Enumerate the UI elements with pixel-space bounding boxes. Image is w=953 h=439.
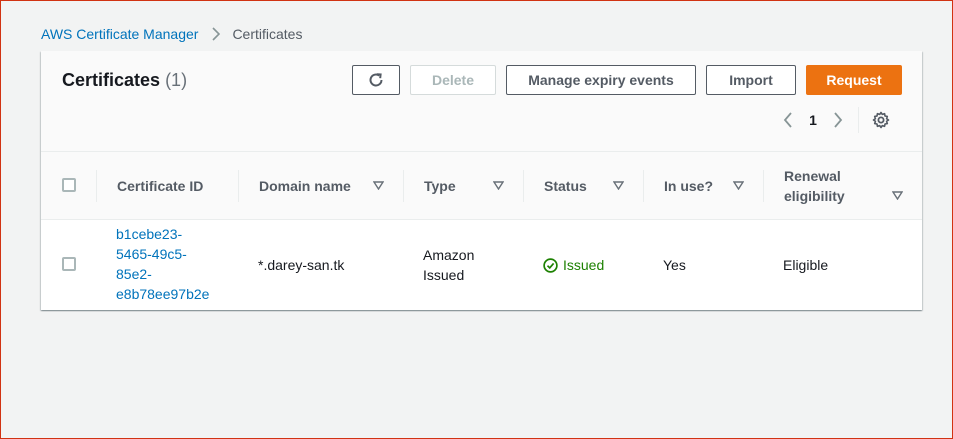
certificate-id-line: e8b78ee97b2e: [116, 286, 210, 302]
sort-down-icon: [373, 181, 384, 190]
page-number[interactable]: 1: [798, 112, 828, 128]
column-header-certificate-id[interactable]: Certificate ID: [117, 152, 237, 219]
type-line: Issued: [423, 267, 465, 283]
pagination: 1: [778, 107, 891, 133]
certificate-id-line: 5465-49c5-: [116, 246, 187, 262]
page-title: Certificates (1): [62, 70, 187, 91]
refresh-button[interactable]: [352, 65, 400, 95]
row-checkbox[interactable]: [62, 257, 76, 271]
column-label: Type: [424, 177, 456, 194]
sort-down-icon: [613, 181, 624, 190]
chevron-right-icon: [212, 27, 221, 41]
title-text: Certificates: [62, 70, 161, 90]
breadcrumb: AWS Certificate Manager Certificates: [41, 26, 302, 42]
certificate-id-line: 85e2-: [116, 266, 152, 282]
column-label: Renewal: [784, 167, 841, 184]
chevron-left-icon[interactable]: [778, 110, 798, 130]
table-header: Certificate ID Domain name Type Status I…: [41, 151, 922, 220]
column-label: eligibility: [784, 187, 845, 204]
column-divider: [403, 170, 404, 202]
breadcrumb-current: Certificates: [232, 26, 303, 42]
domain-name-cell: *.darey-san.tk: [258, 257, 345, 273]
sort-down-icon: [493, 181, 504, 190]
status-text: Issued: [563, 257, 605, 273]
sort-down-icon: [892, 191, 903, 200]
type-line: Amazon: [423, 247, 475, 263]
column-header-type[interactable]: Type: [424, 152, 524, 219]
column-header-renewal-eligibility[interactable]: Renewal eligibility: [784, 152, 909, 219]
type-cell: Amazon Issued: [423, 245, 474, 285]
refresh-icon: [367, 71, 385, 89]
column-divider: [238, 170, 239, 202]
title-count: (1): [165, 70, 188, 90]
column-label: In use?: [664, 177, 714, 194]
table-row: b1cebe23- 5465-49c5- 85e2- e8b78ee97b2e …: [41, 220, 922, 309]
column-header-in-use[interactable]: In use?: [664, 152, 764, 219]
column-divider: [763, 170, 764, 202]
renewal-eligibility-cell: Eligible: [783, 257, 829, 273]
request-button[interactable]: Request: [806, 65, 902, 95]
pager-divider: [858, 107, 859, 133]
column-divider: [96, 170, 97, 202]
manage-expiry-events-button[interactable]: Manage expiry events: [506, 65, 696, 95]
check-circle-icon: [543, 257, 563, 273]
gear-icon[interactable]: [871, 110, 891, 130]
delete-button[interactable]: Delete: [410, 65, 496, 95]
in-use-cell: Yes: [663, 257, 686, 273]
column-header-status[interactable]: Status: [544, 152, 644, 219]
status-badge: Issued: [543, 255, 604, 275]
chevron-right-icon[interactable]: [828, 110, 848, 130]
certificate-id-line: b1cebe23-: [116, 226, 183, 242]
column-divider: [643, 170, 644, 202]
certificates-panel: Certificates (1) Delete Manage expiry ev…: [41, 51, 922, 310]
column-divider: [523, 170, 524, 202]
sort-down-icon: [733, 181, 744, 190]
column-header-domain-name[interactable]: Domain name: [259, 152, 404, 219]
select-all-checkbox[interactable]: [62, 178, 76, 192]
import-button[interactable]: Import: [706, 65, 796, 95]
column-label: Status: [544, 177, 587, 194]
column-label: Certificate ID: [117, 177, 204, 194]
column-label: Domain name: [259, 177, 351, 194]
certificate-id-link[interactable]: b1cebe23- 5465-49c5- 85e2- e8b78ee97b2e: [116, 224, 236, 304]
breadcrumb-link-acm[interactable]: AWS Certificate Manager: [41, 26, 198, 42]
